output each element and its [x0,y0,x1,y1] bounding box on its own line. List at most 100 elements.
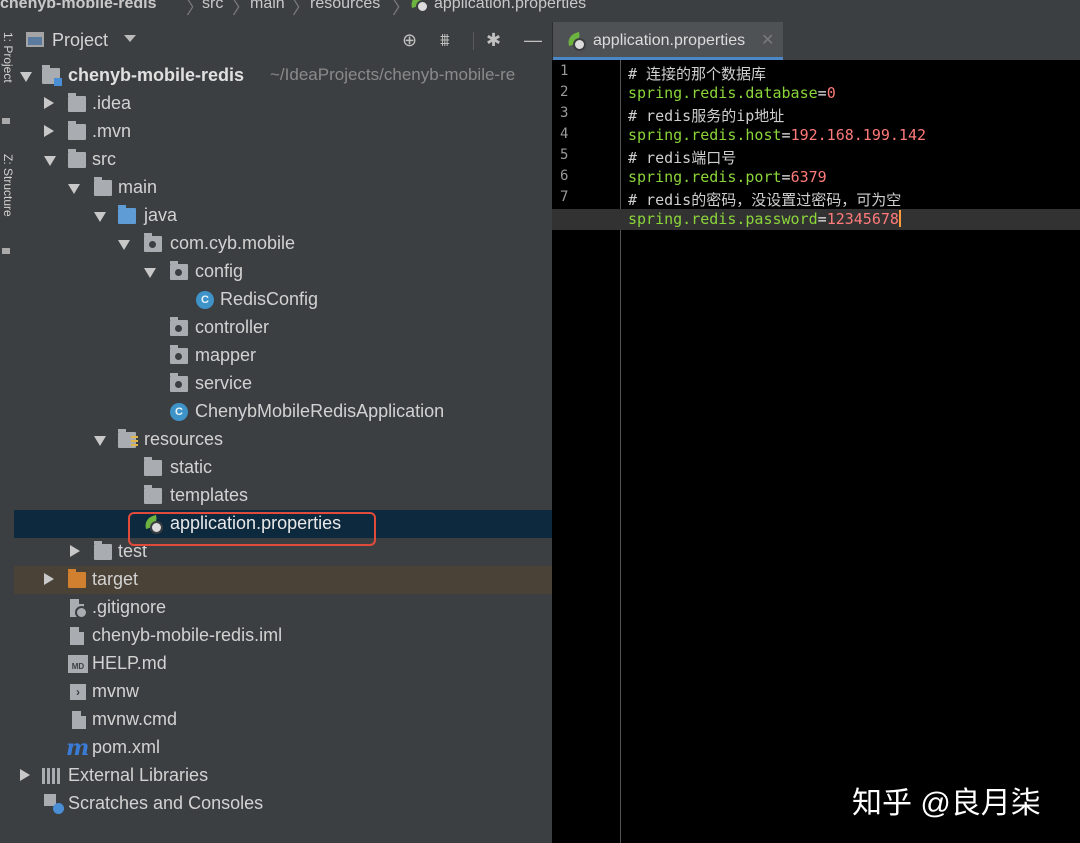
source-folder-icon [118,205,136,224]
project-tool-window-button[interactable]: 1: Project [0,32,15,83]
collapse-arrow-icon[interactable] [44,573,54,585]
tree-item-label: pom.xml [92,737,161,757]
collapse-arrow-icon[interactable] [44,125,54,137]
annotation-highlight-box [128,512,376,546]
structure-tool-window-button[interactable]: Z: Structure [0,154,15,217]
tree-item-mvnw-cmd[interactable]: mvnw.cmd [14,706,552,734]
collapse-all-icon[interactable]: ⩩ [440,30,450,50]
tree-item-label: src [92,149,116,169]
property-key: spring.redis.database [628,84,818,102]
tree-item-help-md[interactable]: MD HELP.md [14,650,552,678]
project-view-icon [26,32,44,47]
tree-item-package-root[interactable]: com.cyb.mobile [14,230,552,258]
expand-arrow-icon[interactable] [44,156,56,166]
code-line: 6 spring.redis.port=6379 [552,167,1080,188]
tree-item-templates[interactable]: templates [14,482,552,510]
tree-item-redisconfig[interactable]: C RedisConfig [14,286,552,314]
crosshair-icon[interactable]: ⊕ [402,30,417,50]
tree-item-label: target [92,569,139,589]
breadcrumb-resources[interactable]: resources [310,0,380,13]
tree-item-external-libraries[interactable]: External Libraries [14,762,552,790]
folder-icon [144,485,162,504]
project-panel: Project ⊕ ⩩ ✱ — chenyb-mobile-redis ~/Id… [14,22,552,843]
project-tool-window-icon [2,118,10,124]
tree-item-mvn[interactable]: .mvn [14,118,552,146]
tree-item-gitignore[interactable]: .gitignore [14,594,552,622]
collapse-arrow-icon[interactable] [44,97,54,109]
package-icon [170,261,188,280]
tree-item-main[interactable]: main [14,174,552,202]
tree-item-resources[interactable]: resources [14,426,552,454]
breadcrumb-src[interactable]: src [202,0,223,13]
breadcrumb: chenyb-mobile-redis 〉 src 〉 main 〉 resou… [0,0,1080,22]
breadcrumb-main[interactable]: main [250,0,285,13]
line-number: 7 [560,189,569,205]
gitignore-file-icon [70,599,88,619]
property-value: 192.168.199.142 [790,126,927,144]
line-number: 1 [560,63,569,79]
expand-arrow-icon[interactable] [20,72,32,82]
gear-icon[interactable]: ✱ [486,30,501,50]
collapse-arrow-icon[interactable] [20,769,30,781]
scratches-icon [44,794,64,814]
tree-item-service[interactable]: service [14,370,552,398]
tree-item-controller[interactable]: controller [14,314,552,342]
expand-arrow-icon[interactable] [68,184,80,194]
code-line: 2 spring.redis.database=0 [552,83,1080,104]
tree-item-pom[interactable]: m pom.xml [14,734,552,762]
tree-item-scratches[interactable]: Scratches and Consoles [14,790,552,818]
tree-item-label: mvnw.cmd [92,709,178,729]
tree-item-target[interactable]: target [14,566,552,594]
package-icon [170,373,188,392]
tree-item-label: service [195,373,253,393]
folder-icon [68,93,86,112]
tree-item-label: ChenybMobileRedisApplication [195,401,445,421]
tree-item-label: mvnw [92,681,140,701]
project-view-selector[interactable]: Project [52,30,108,51]
property-key: spring.redis.host [628,126,782,144]
tree-item-mvnw[interactable]: › mvnw [14,678,552,706]
code-line-current: spring.redis.password=12345678 [552,209,1080,230]
code-comment: # redis端口号 [628,149,737,167]
tree-item-label: chenyb-mobile-redis [68,65,245,85]
tree-item-idea[interactable]: .idea [14,90,552,118]
breadcrumb-separator: 〉 [292,0,310,18]
breadcrumb-project[interactable]: chenyb-mobile-redis [0,0,156,13]
tree-item-static[interactable]: static [14,454,552,482]
folder-icon [144,457,162,476]
tree-item-label: Scratches and Consoles [68,793,264,813]
expand-arrow-icon[interactable] [94,436,106,446]
close-icon[interactable]: ✕ [761,30,774,50]
tree-item-java[interactable]: java [14,202,552,230]
breadcrumb-file[interactable]: application.properties [434,0,586,13]
tree-item-label: main [118,177,158,197]
tree-item-label: External Libraries [68,765,209,785]
text-file-icon [72,711,86,729]
collapse-arrow-icon[interactable] [70,545,80,557]
editor-tab-application-properties[interactable]: application.properties ✕ [553,22,783,60]
property-equals: = [781,168,791,186]
editor: application.properties ✕ 1 # 连接的那个数据库 2 … [552,22,1080,843]
excluded-folder-icon [68,569,86,588]
minimize-icon[interactable]: — [524,30,542,50]
expand-arrow-icon[interactable] [144,268,156,278]
code-comment: # 连接的那个数据库 [628,65,767,83]
spring-properties-icon [408,0,429,13]
chevron-down-icon[interactable] [124,35,136,42]
property-key: spring.redis.password [628,210,818,228]
tree-item-iml[interactable]: chenyb-mobile-redis.iml [14,622,552,650]
expand-arrow-icon[interactable] [118,240,130,250]
expand-arrow-icon[interactable] [94,212,106,222]
tree-item-src[interactable]: src [14,146,552,174]
tree-item-project-root[interactable]: chenyb-mobile-redis ~/IdeaProjects/cheny… [14,62,552,90]
text-caret [898,210,901,227]
project-panel-header: Project ⊕ ⩩ ✱ — [14,22,552,58]
project-path-hint: ~/IdeaProjects/chenyb-mobile-re [270,65,516,84]
tool-window-strip: 1: Project Z: Structure [0,22,15,843]
property-value: 12345678 [826,210,899,228]
tree-item-label: RedisConfig [220,289,319,309]
tree-item-mapper[interactable]: mapper [14,342,552,370]
tree-item-label: .idea [92,93,132,113]
tree-item-config[interactable]: config [14,258,552,286]
tree-item-application-class[interactable]: C ChenybMobileRedisApplication [14,398,552,426]
